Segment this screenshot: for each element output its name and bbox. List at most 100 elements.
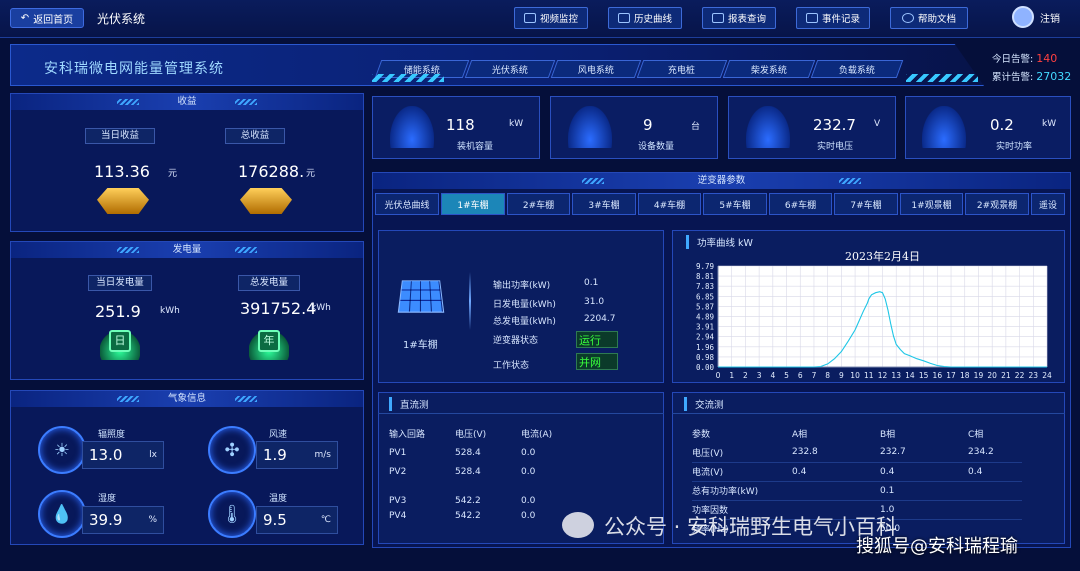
x-tick-label: 12 — [878, 371, 888, 380]
fan-icon: ✣ — [208, 426, 256, 474]
y-tick-label: 5.87 — [696, 302, 714, 311]
x-tick-label: 11 — [864, 371, 874, 380]
tab-label: 1#观景棚 — [911, 200, 952, 211]
tab-label: 7#车棚 — [850, 200, 882, 211]
dc-header-circuit: 输入回路 — [389, 430, 426, 440]
nav-report-query-button[interactable]: 报表查询 — [702, 7, 776, 29]
tab-carport-6[interactable]: 6#车棚 — [769, 193, 832, 215]
logout-button[interactable]: 注销 — [1012, 6, 1060, 28]
wind-speed-box: 1.9 m/s — [256, 441, 338, 469]
tab-wind-system[interactable]: 风电系统 — [550, 60, 642, 78]
table-cell: 232.7 — [880, 447, 906, 458]
table-cell: 0.0 — [521, 496, 536, 506]
x-tick-label: 16 — [933, 371, 943, 380]
power-curve-chart: 2023年2月4日 0.000.981.962.943.914.89 5.876.8… — [696, 249, 1052, 380]
nav-label: 报表查询 — [727, 14, 766, 25]
tab-view-shed-2[interactable]: 2#观景棚 — [965, 193, 1029, 215]
nav-history-curve-button[interactable]: 历史曲线 — [608, 7, 682, 29]
nav-video-monitor-button[interactable]: 视频监控 — [514, 7, 588, 29]
back-home-button[interactable]: ↶ 返回首页 — [10, 8, 84, 28]
output-power-value: 0.1 — [584, 278, 599, 288]
tab-carport-3[interactable]: 3#车棚 — [572, 193, 636, 215]
x-tick-label: 13 — [891, 371, 901, 380]
x-tick-label: 14 — [905, 371, 915, 380]
x-tick-label: 21 — [1001, 371, 1011, 380]
x-tick-label: 15 — [919, 371, 929, 380]
humidity-unit: % — [148, 515, 157, 525]
irradiance-value: 13.0 — [89, 446, 123, 464]
total-alarm-label: 累计告警: — [992, 72, 1034, 83]
tab-carport-4[interactable]: 4#车棚 — [638, 193, 701, 215]
y-tick-label: 8.81 — [696, 272, 714, 281]
tab-label: 5#车棚 — [719, 200, 751, 211]
tab-load-system[interactable]: 负载系统 — [810, 60, 904, 78]
decor-stripes-right — [906, 74, 978, 82]
tab-pv-total-curve[interactable]: 光伏总曲线 — [375, 193, 439, 215]
tab-carport-5[interactable]: 5#车棚 — [703, 193, 767, 215]
dc-side-title: 直流测 — [389, 397, 429, 411]
capacity-label: 装机容量 — [457, 142, 494, 152]
day-calendar-icon: 日 — [100, 330, 140, 360]
today-alarm-value: 140 — [1036, 52, 1058, 65]
dc-header-current: 电流(A) — [521, 430, 553, 440]
work-status-value: 并网 — [576, 353, 618, 370]
temperature-box: 9.5 ℃ — [256, 506, 338, 534]
nav-help-doc-button[interactable]: 帮助文档 — [890, 7, 968, 29]
tab-pv-system[interactable]: 光伏系统 — [464, 60, 556, 78]
income-panel: 收益 — [10, 93, 364, 232]
x-tick-label: 8 — [825, 371, 830, 380]
today-income-value: 113.36 — [94, 162, 150, 181]
year-calendar-glyph: 年 — [258, 330, 280, 352]
today-alarm-label: 今日告警: — [992, 54, 1034, 65]
tab-label: 4#车棚 — [653, 200, 686, 211]
weather-title: 气象信息 — [11, 391, 363, 407]
today-generation-label: 当日发电量 — [88, 275, 152, 291]
tab-view-shed-1[interactable]: 1#观景棚 — [900, 193, 963, 215]
tab-carport-2[interactable]: 2#车棚 — [507, 193, 570, 215]
today-generation-unit: kWh — [160, 306, 180, 316]
avatar — [1012, 6, 1034, 28]
x-tick-label: 7 — [812, 371, 817, 380]
tab-remote-setting[interactable]: 遥设 — [1031, 193, 1065, 215]
back-home-label: 返回首页 — [33, 14, 74, 26]
tab-carport-1[interactable]: 1#车棚 — [441, 193, 505, 215]
ac-header-phase-b: B相 — [880, 430, 896, 440]
nav-event-log-button[interactable]: 事件记录 — [796, 7, 870, 29]
report-search-icon — [711, 13, 724, 23]
total-generation-label: 总发电量(kWh) — [493, 317, 556, 327]
y-tick-label: 1.96 — [696, 343, 715, 352]
capacity-value: 118 — [446, 116, 475, 134]
table-row: 电流(V) 0.4 0.4 0.4 — [692, 462, 1022, 481]
x-tick-label: 19 — [974, 371, 984, 380]
tab-carport-7[interactable]: 7#车棚 — [834, 193, 898, 215]
video-icon — [523, 13, 536, 23]
wind-speed-unit: m/s — [314, 450, 332, 460]
total-generation-label: 总发电量 — [238, 275, 300, 291]
logout-label: 注销 — [1040, 13, 1060, 25]
power-value: 0.2 — [990, 116, 1014, 134]
tab-diesel-system[interactable]: 柴发系统 — [722, 60, 816, 78]
tab-charging-pile[interactable]: 充电桩 — [636, 60, 728, 78]
x-tick-label: 0 — [716, 371, 721, 380]
table-cell: 0.4 — [968, 466, 983, 477]
x-tick-label: 5 — [784, 371, 789, 380]
temperature-value: 9.5 — [263, 511, 287, 529]
voltage-gauge-icon — [746, 106, 790, 148]
generation-title: 发电量 — [11, 242, 363, 258]
output-power-label: 输出功率(kW) — [493, 281, 551, 291]
device-name: 1#车棚 — [403, 340, 438, 351]
nav-label: 视频监控 — [539, 14, 578, 25]
tab-label: 6#车棚 — [784, 200, 817, 211]
total-income-label: 总收益 — [225, 128, 285, 144]
inverter-status-value: 运行 — [576, 331, 618, 348]
x-tick-label: 18 — [960, 371, 970, 380]
work-status-label: 工作状态 — [493, 361, 530, 371]
nav-label: 事件记录 — [821, 14, 860, 25]
device-count-unit: 台 — [691, 122, 701, 132]
today-income-unit: 元 — [168, 169, 178, 179]
total-generation-value: 2204.7 — [584, 314, 616, 324]
x-tick-label: 2 — [743, 371, 748, 380]
temperature-unit: ℃ — [320, 515, 331, 525]
table-cell: 0.4 — [792, 466, 807, 477]
tab-label: 2#车棚 — [522, 200, 555, 211]
